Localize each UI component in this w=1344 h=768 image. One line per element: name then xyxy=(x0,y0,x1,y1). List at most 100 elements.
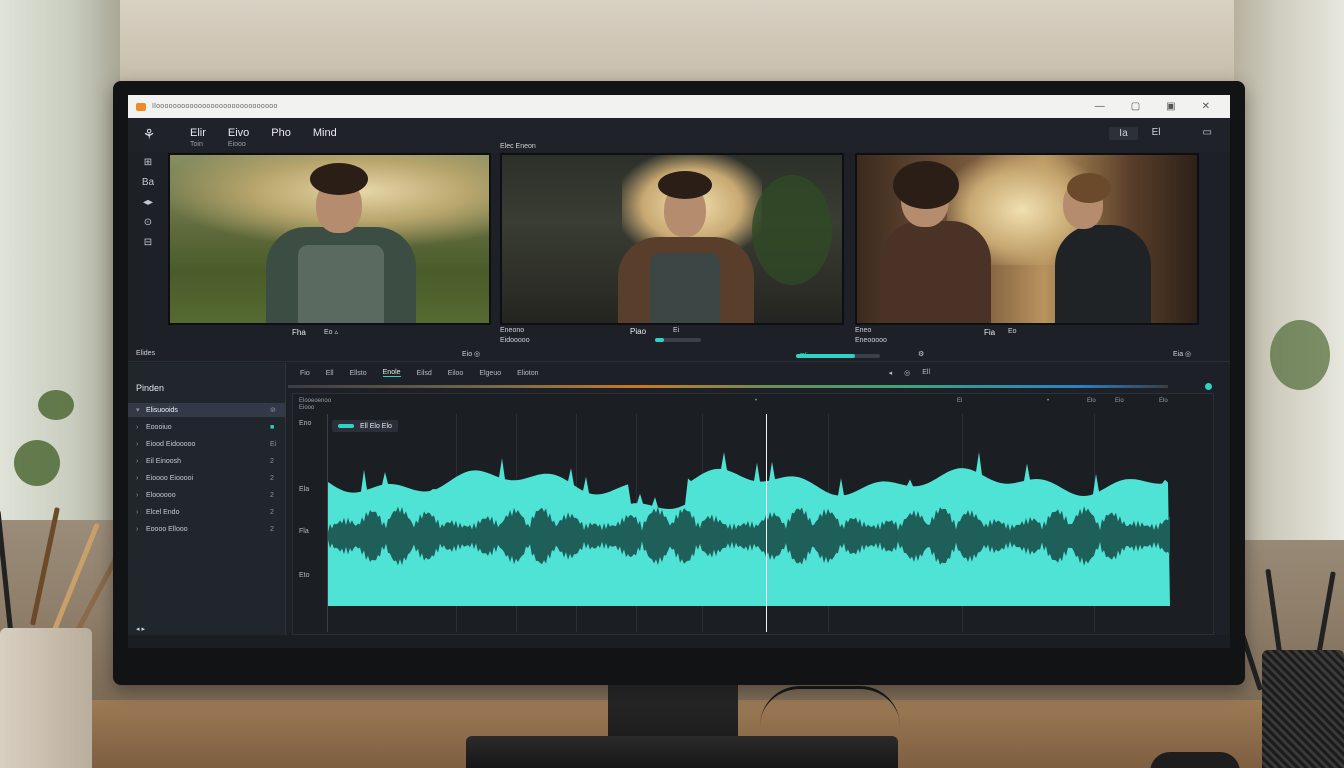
list-item[interactable]: › Elcel Endo 2 xyxy=(128,505,286,519)
background-window-left xyxy=(0,0,120,520)
menubar: ⚘ Elir Toin Eivo Eiooo Pho Mind Ia El ▭ xyxy=(128,118,1230,152)
tool-icon[interactable]: ◎ xyxy=(904,369,910,377)
list-item[interactable]: › Eoooo Ellooo 2 xyxy=(128,522,286,536)
clip-label[interactable]: Ell Elo Elo xyxy=(332,420,398,432)
clip-3-center-label: Fia xyxy=(984,328,996,337)
clip-3-center-icons[interactable]: Eo xyxy=(1008,328,1017,335)
expand-icon[interactable]: › xyxy=(136,492,146,499)
tool-icon[interactable]: ◂ xyxy=(889,369,893,377)
status-bar xyxy=(128,635,1230,648)
clip-1-caption: Fha xyxy=(292,328,306,337)
person-body xyxy=(1055,225,1151,323)
list-item[interactable]: › Eil Einoosh 2 xyxy=(128,454,286,468)
list-item-label: Eioooo Eiooooi xyxy=(146,474,194,482)
preview-clip-2[interactable] xyxy=(500,153,844,325)
timeline-panel: Elooeoenoo Eiooo • El • Elo Eio Elo Eno … xyxy=(292,393,1214,635)
expand-icon[interactable]: › xyxy=(136,475,146,482)
expand-icon[interactable]: › xyxy=(136,526,146,533)
expand-icon[interactable]: › xyxy=(136,458,146,465)
menu-item-label: Elir xyxy=(190,127,206,139)
ruler-label: • xyxy=(1047,398,1050,404)
pencil xyxy=(30,507,60,626)
ruler-label: Eiooo xyxy=(299,405,315,411)
restore-button[interactable]: ▢ xyxy=(1131,101,1140,112)
clip-1-icons[interactable]: Eo ▵ xyxy=(324,328,338,336)
clip-color-chip xyxy=(338,424,354,428)
tab-active[interactable]: Enole xyxy=(382,369,401,377)
track-label: Eto xyxy=(299,572,310,579)
list-item-label: Eoooiuo xyxy=(146,423,172,431)
tool-icon[interactable]: Ell xyxy=(922,369,930,377)
track-label: Ela xyxy=(299,486,310,493)
list-item[interactable]: › Eioooo Eiooooi 2 xyxy=(128,471,286,485)
track-label: Eno xyxy=(299,420,312,427)
list-item-label: Elcel Endo xyxy=(146,508,180,516)
audio-track[interactable]: Ell Elo Elo xyxy=(327,414,1170,632)
left-toggle-icons[interactable]: Eio ◎ xyxy=(462,350,480,358)
plant-leaf xyxy=(1270,320,1330,390)
menu-item-label: Mind xyxy=(312,127,337,139)
timeline-color-dot[interactable] xyxy=(1205,383,1212,390)
list-item-meta: ■ xyxy=(270,423,275,431)
tab[interactable]: Eiloo xyxy=(448,370,464,377)
tab[interactable]: Fio xyxy=(300,370,310,377)
left-toggle[interactable]: Elides xyxy=(136,350,155,357)
window-controls: — ▢ ▣ ✕ xyxy=(1095,101,1222,112)
menu-item-sub: Eiooo xyxy=(227,141,246,148)
toolbar-button[interactable]: Ia xyxy=(1109,127,1138,140)
tool-icon[interactable]: ⊟ xyxy=(138,237,158,249)
clip-2-center-icons[interactable]: Ei xyxy=(673,327,679,334)
settings-icon[interactable]: ⚙ xyxy=(918,350,924,358)
person-shirt xyxy=(298,245,384,323)
ruler-label: Eio xyxy=(1115,398,1124,404)
collapse-icon[interactable]: ▾ xyxy=(136,406,146,414)
tab[interactable]: Eilsd xyxy=(417,370,432,377)
tab[interactable]: Ell xyxy=(326,370,334,377)
list-item[interactable]: › Eoooiuo ■ xyxy=(128,420,286,434)
clip-2-progress-fill xyxy=(655,338,665,342)
tab[interactable]: Elioton xyxy=(517,370,538,377)
list-item-label: Eoooo Ellooo xyxy=(146,525,188,533)
expand-icon[interactable]: › xyxy=(136,441,146,448)
tab[interactable]: Elgeuo xyxy=(479,370,501,377)
tab[interactable]: Ellsto xyxy=(350,370,367,377)
clip-2-progress[interactable] xyxy=(655,338,701,342)
expand-icon[interactable]: › xyxy=(136,509,146,516)
tool-icon[interactable]: ◂▸ xyxy=(138,197,158,209)
menu-item-label: Eivo xyxy=(227,127,250,139)
playhead[interactable] xyxy=(766,414,767,632)
list-item[interactable]: › Eloooooo 2 xyxy=(128,488,286,502)
layout-icon[interactable]: ▭ xyxy=(1203,127,1212,140)
list-item[interactable]: ▾ Elisuooids ⊘ xyxy=(128,403,286,417)
menu-item-3[interactable]: Pho xyxy=(271,127,291,139)
clip-3-slider-fill xyxy=(796,354,855,358)
preview-top-label: Elec Eneon xyxy=(500,143,536,150)
timeline-tabs: Fio Ell Ellsto Enole Eilsd Eiloo Elgeuo … xyxy=(288,365,1230,381)
menu-item-4[interactable]: Mind xyxy=(313,127,337,139)
clip-2-caption-a: Eneono xyxy=(500,327,525,334)
preview-clip-1[interactable] xyxy=(168,153,491,325)
maximize-button[interactable]: ▣ xyxy=(1166,101,1175,112)
minimize-button[interactable]: — xyxy=(1095,101,1105,112)
menu-item-2[interactable]: Eivo Eiooo xyxy=(228,127,249,148)
window-title: Ilooooooooooooooooooooooooooooo xyxy=(152,103,278,110)
logo-icon: ⚘ xyxy=(142,126,156,142)
right-toggle-icons[interactable]: Eia ◎ xyxy=(1173,350,1191,358)
panel-footer[interactable]: ◂ ▸ xyxy=(136,625,145,633)
clip-3-caption-b: Eneooooo xyxy=(855,337,887,344)
clip-3-slider[interactable] xyxy=(796,354,880,358)
expand-icon[interactable]: › xyxy=(136,424,146,431)
close-button[interactable]: ✕ xyxy=(1202,101,1210,112)
clip-3-caption-a: Eneo xyxy=(855,327,872,334)
monitor-stand-base xyxy=(466,736,898,768)
tool-icon[interactable]: ⊞ xyxy=(138,157,158,169)
tool-icon[interactable]: Ba xyxy=(138,177,158,189)
pencil-cup-right xyxy=(1262,650,1344,768)
toolbar-button[interactable]: El xyxy=(1152,127,1161,140)
list-item[interactable]: › Eiood Eidooooo Ei xyxy=(128,437,286,451)
menu-item-1[interactable]: Elir Toin xyxy=(190,127,206,148)
preview-clip-3[interactable] xyxy=(855,153,1199,325)
person-hair xyxy=(658,171,712,199)
list-item-label: Eloooooo xyxy=(146,491,176,499)
tool-icon[interactable]: ⊙ xyxy=(138,217,158,229)
